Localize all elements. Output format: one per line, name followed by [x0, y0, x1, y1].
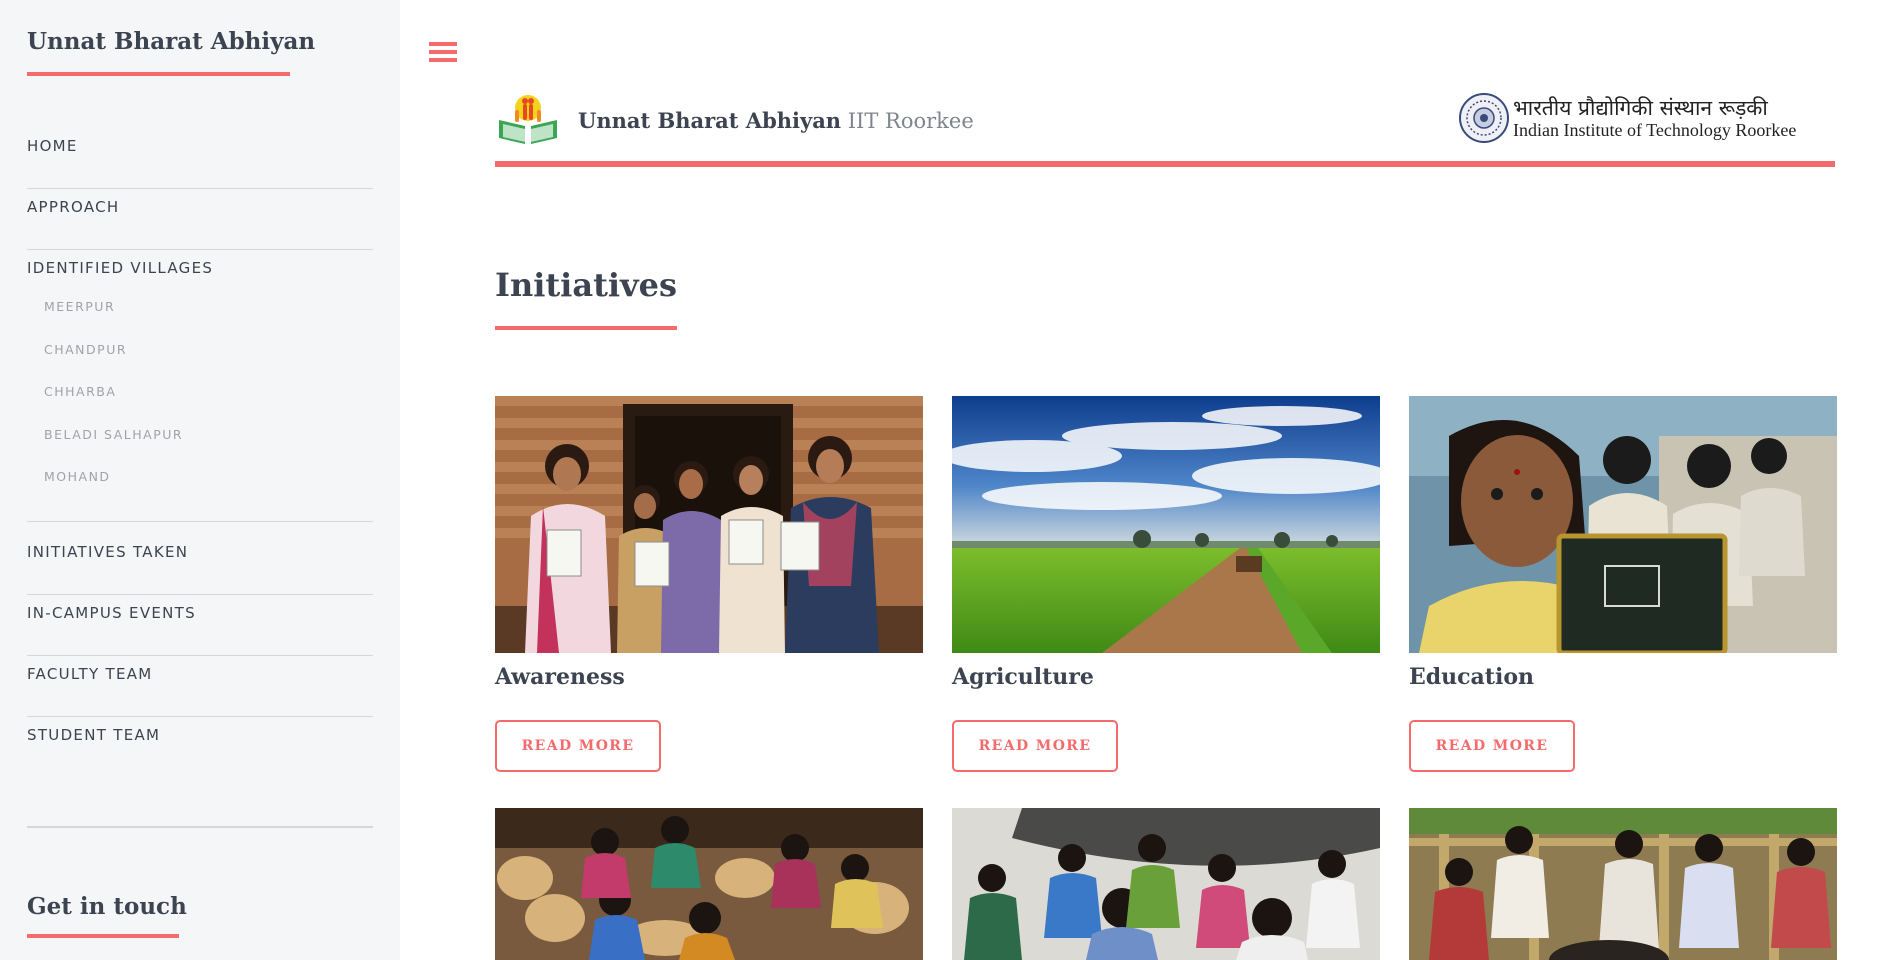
sidebar-item-in-campus-events[interactable]: IN-CAMPUS EVENTS — [27, 595, 373, 656]
sidebar-nav: HOME APPROACH IDENTIFIED VILLAGES MEERPU… — [27, 128, 373, 778]
sidebar: Unnat Bharat Abhiyan HOME APPROACH IDENT… — [0, 0, 400, 960]
unnat-bharat-logo[interactable] — [495, 92, 561, 147]
agriculture-image[interactable] — [952, 396, 1380, 653]
education-image[interactable] — [1409, 396, 1837, 653]
villages-submenu: MEERPUR CHANDPUR CHHARBA BELADI SALHAPUR… — [27, 286, 373, 522]
sidebar-subitem-chharba[interactable]: CHHARBA — [44, 377, 373, 420]
page-title: Initiatives — [495, 266, 677, 304]
sidebar-subitem-chandpur[interactable]: CHANDPUR — [44, 335, 373, 378]
site-title-light: IIT Roorkee — [847, 109, 974, 133]
health-image[interactable] — [952, 808, 1380, 960]
read-more-button[interactable]: READ MORE — [952, 720, 1118, 772]
sidebar-divider — [27, 826, 373, 828]
sidebar-item-identified-villages[interactable]: IDENTIFIED VILLAGES — [27, 250, 373, 286]
sidebar-subitem-beladi-salhapur[interactable]: BELADI SALHAPUR — [44, 420, 373, 463]
brand-underline — [27, 72, 290, 76]
sidebar-subitem-mohand[interactable]: MOHAND — [44, 462, 373, 505]
title-underline — [495, 326, 677, 330]
sidebar-item-initiatives-taken[interactable]: INITIATIVES TAKEN — [27, 534, 373, 595]
site-title-strong: Unnat Bharat Abhiyan — [578, 108, 842, 133]
card-title: Education — [1409, 664, 1534, 690]
institute-name-hindi: भारतीय प्रौद्योगिकी संस्थान रूड़की — [1513, 96, 1768, 120]
read-more-button[interactable]: READ MORE — [1409, 720, 1575, 772]
get-in-touch-underline — [27, 934, 179, 938]
site-header: Unnat Bharat Abhiyan IIT Roorkee भारतीय … — [495, 86, 1835, 166]
sidebar-item-approach[interactable]: APPROACH — [27, 189, 373, 250]
sidebar-brand[interactable]: Unnat Bharat Abhiyan — [27, 28, 315, 55]
card-title: Awareness — [495, 664, 625, 690]
hamburger-menu-icon[interactable] — [429, 40, 457, 64]
awareness-image[interactable] — [495, 396, 923, 653]
institute-name-english: Indian Institute of Technology Roorkee — [1513, 120, 1797, 140]
get-in-touch-heading: Get in touch — [27, 893, 187, 920]
sidebar-item-student-team[interactable]: STUDENT TEAM — [27, 717, 373, 778]
read-more-button[interactable]: READ MORE — [495, 720, 661, 772]
card-title: Agriculture — [952, 664, 1094, 690]
crafts-image[interactable] — [495, 808, 923, 960]
children-image[interactable] — [1409, 808, 1837, 960]
site-title[interactable]: Unnat Bharat Abhiyan IIT Roorkee — [578, 108, 974, 133]
sidebar-item-faculty-team[interactable]: FACULTY TEAM — [27, 656, 373, 717]
sidebar-item-home[interactable]: HOME — [27, 128, 373, 189]
iitr-seal — [1459, 93, 1509, 143]
sidebar-subitem-meerpur[interactable]: MEERPUR — [44, 292, 373, 335]
header-underline — [495, 161, 1835, 167]
